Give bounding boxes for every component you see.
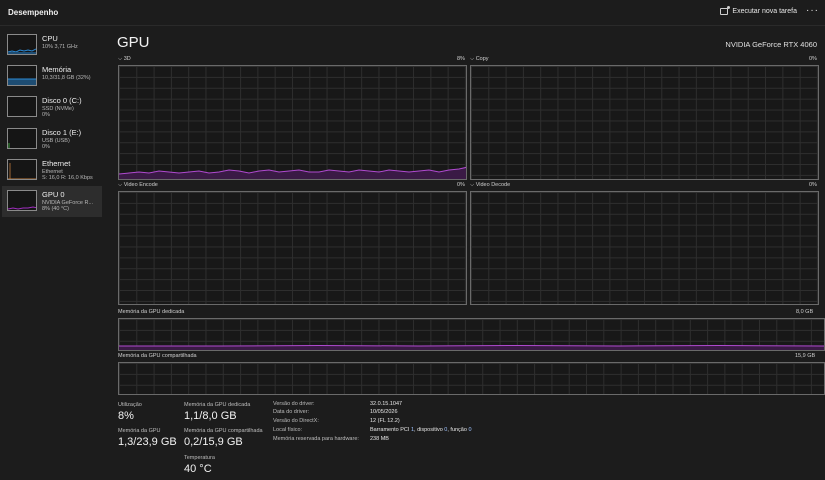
gpu-thumbnail-graph <box>7 190 37 211</box>
run-task-label: Executar nova tarefa <box>732 8 797 15</box>
driver-date-label: Data do driver: <box>273 409 310 415</box>
sidebar-item-cpu[interactable]: CPU 10% 3,71 GHz <box>2 30 102 61</box>
graph-copy <box>470 65 819 180</box>
temperature-value: 40 °C <box>184 463 212 475</box>
utilization-label: Utilização <box>118 402 142 408</box>
disk0-thumbnail-graph <box>7 96 37 117</box>
location-text: Barramento PCI <box>370 427 411 433</box>
sidebar-item-label: Ethernet <box>42 159 71 168</box>
graph-label-copy[interactable]: ⌵ Copy <box>470 56 489 63</box>
sidebar: CPU 10% 3,71 GHz Memória 10,3/31,8 GB (3… <box>0 27 103 480</box>
graph-name: Video Decode <box>475 182 511 188</box>
utilization-value: 8% <box>118 410 134 422</box>
physical-location-label: Local físico: <box>273 427 303 433</box>
gpu-memory-value: 1,3/23,9 GB <box>118 436 177 448</box>
sidebar-item-gpu-0[interactable]: GPU 0 NVIDIA GeForce R... 8% (40 °C) <box>2 186 102 217</box>
disk1-thumbnail-graph <box>7 128 37 149</box>
sidebar-item-label: Disco 1 (E:) <box>42 128 82 137</box>
graph-video-decode <box>470 191 819 305</box>
graph-shared-memory <box>118 362 825 395</box>
sidebar-item-disk-1[interactable]: Disco 1 (E:) USB (USB) 0% <box>2 124 102 155</box>
shared-label: Memória da GPU compartilhada <box>184 428 263 434</box>
reserved-memory-value: 238 MB <box>370 436 389 442</box>
graph-name: 3D <box>123 56 131 62</box>
shared-value: 0,2/15,9 GB <box>184 436 243 448</box>
graph-dedicated-memory <box>118 318 825 351</box>
graph-video-encode <box>118 191 467 305</box>
graph-value-copy: 0% <box>809 56 817 62</box>
ethernet-thumbnail-graph <box>7 159 37 180</box>
directx-label: Versão do DirectX: <box>273 418 319 424</box>
memory-thumbnail-graph <box>7 65 37 86</box>
gpu-memory-label: Memória da GPU <box>118 428 161 434</box>
driver-date-value: 10/05/2026 <box>370 409 398 415</box>
physical-location-value: Barramento PCI 1, dispositivo 0, função … <box>370 427 472 433</box>
graph-label-video-encode[interactable]: ⌵ Video Encode <box>118 182 158 189</box>
more-options-button[interactable]: ··· <box>806 5 819 16</box>
dedicated-memory-label: Memória da GPU dedicada <box>118 309 185 315</box>
graph-name: Video Encode <box>123 182 158 188</box>
directx-value: 12 (FL 12.2) <box>370 418 400 424</box>
reserved-memory-label: Memória reservada para hardware: <box>273 436 359 442</box>
location-text: , função <box>447 427 469 433</box>
dedicated-memory-max: 8,0 GB <box>796 309 814 315</box>
graph-name: Copy <box>475 56 489 62</box>
sidebar-item-label: Memória <box>42 65 72 74</box>
graph-value-video-encode: 0% <box>457 182 465 188</box>
location-function: 0 <box>468 427 472 433</box>
section-title: GPU <box>117 34 150 51</box>
sidebar-item-label: CPU <box>42 34 58 43</box>
sidebar-item-disk-0[interactable]: Disco 0 (C:) SSD (NVMe) 0% <box>2 92 102 123</box>
sidebar-item-usage: S: 16,0 R: 16,0 Kbps <box>42 175 93 181</box>
temperature-label: Temperatura <box>184 455 215 461</box>
graph-label-3d[interactable]: ⌵ 3D <box>118 56 131 63</box>
page-title: Desempenho <box>8 8 59 17</box>
sidebar-item-usage: 8% (40 °C) <box>42 206 69 212</box>
shared-memory-label: Memória da GPU compartilhada <box>118 353 197 359</box>
driver-version-value: 32.0.15.1047 <box>370 401 403 407</box>
sidebar-item-detail: 10,3/31,8 GB (32%) <box>42 75 91 81</box>
sidebar-item-label: GPU 0 <box>42 190 65 199</box>
dedicated-value: 1,1/8,0 GB <box>184 410 237 422</box>
sidebar-item-label: Disco 0 (C:) <box>42 96 82 105</box>
title-bar: Desempenho Executar nova tarefa ··· <box>0 0 825 26</box>
graph-value-3d: 8% <box>457 56 465 62</box>
gpu-model-name: NVIDIA GeForce RTX 4060 <box>725 40 817 49</box>
graph-label-video-decode[interactable]: ⌵ Video Decode <box>470 182 510 189</box>
sidebar-item-ethernet[interactable]: Ethernet Ethernet S: 16,0 R: 16,0 Kbps <box>2 155 102 186</box>
sidebar-item-usage: 0% <box>42 112 50 118</box>
run-task-icon <box>720 6 731 15</box>
location-text: , dispositivo <box>414 427 445 433</box>
gpu-details-panel: GPU NVIDIA GeForce RTX 4060 ⌵ 3D 8% ⌵ Co… <box>110 27 825 480</box>
graph-3d <box>118 65 467 180</box>
sidebar-item-detail: 10% 3,71 GHz <box>42 44 78 50</box>
graph-value-video-decode: 0% <box>809 182 817 188</box>
cpu-thumbnail-graph <box>7 34 37 55</box>
run-new-task-button[interactable]: Executar nova tarefa <box>720 6 797 15</box>
dedicated-label: Memória da GPU dedicada <box>184 402 251 408</box>
driver-version-label: Versão do driver: <box>273 401 315 407</box>
sidebar-item-usage: 0% <box>42 144 50 150</box>
shared-memory-max: 15,9 GB <box>795 353 816 359</box>
sidebar-item-memory[interactable]: Memória 10,3/31,8 GB (32%) <box>2 61 102 92</box>
